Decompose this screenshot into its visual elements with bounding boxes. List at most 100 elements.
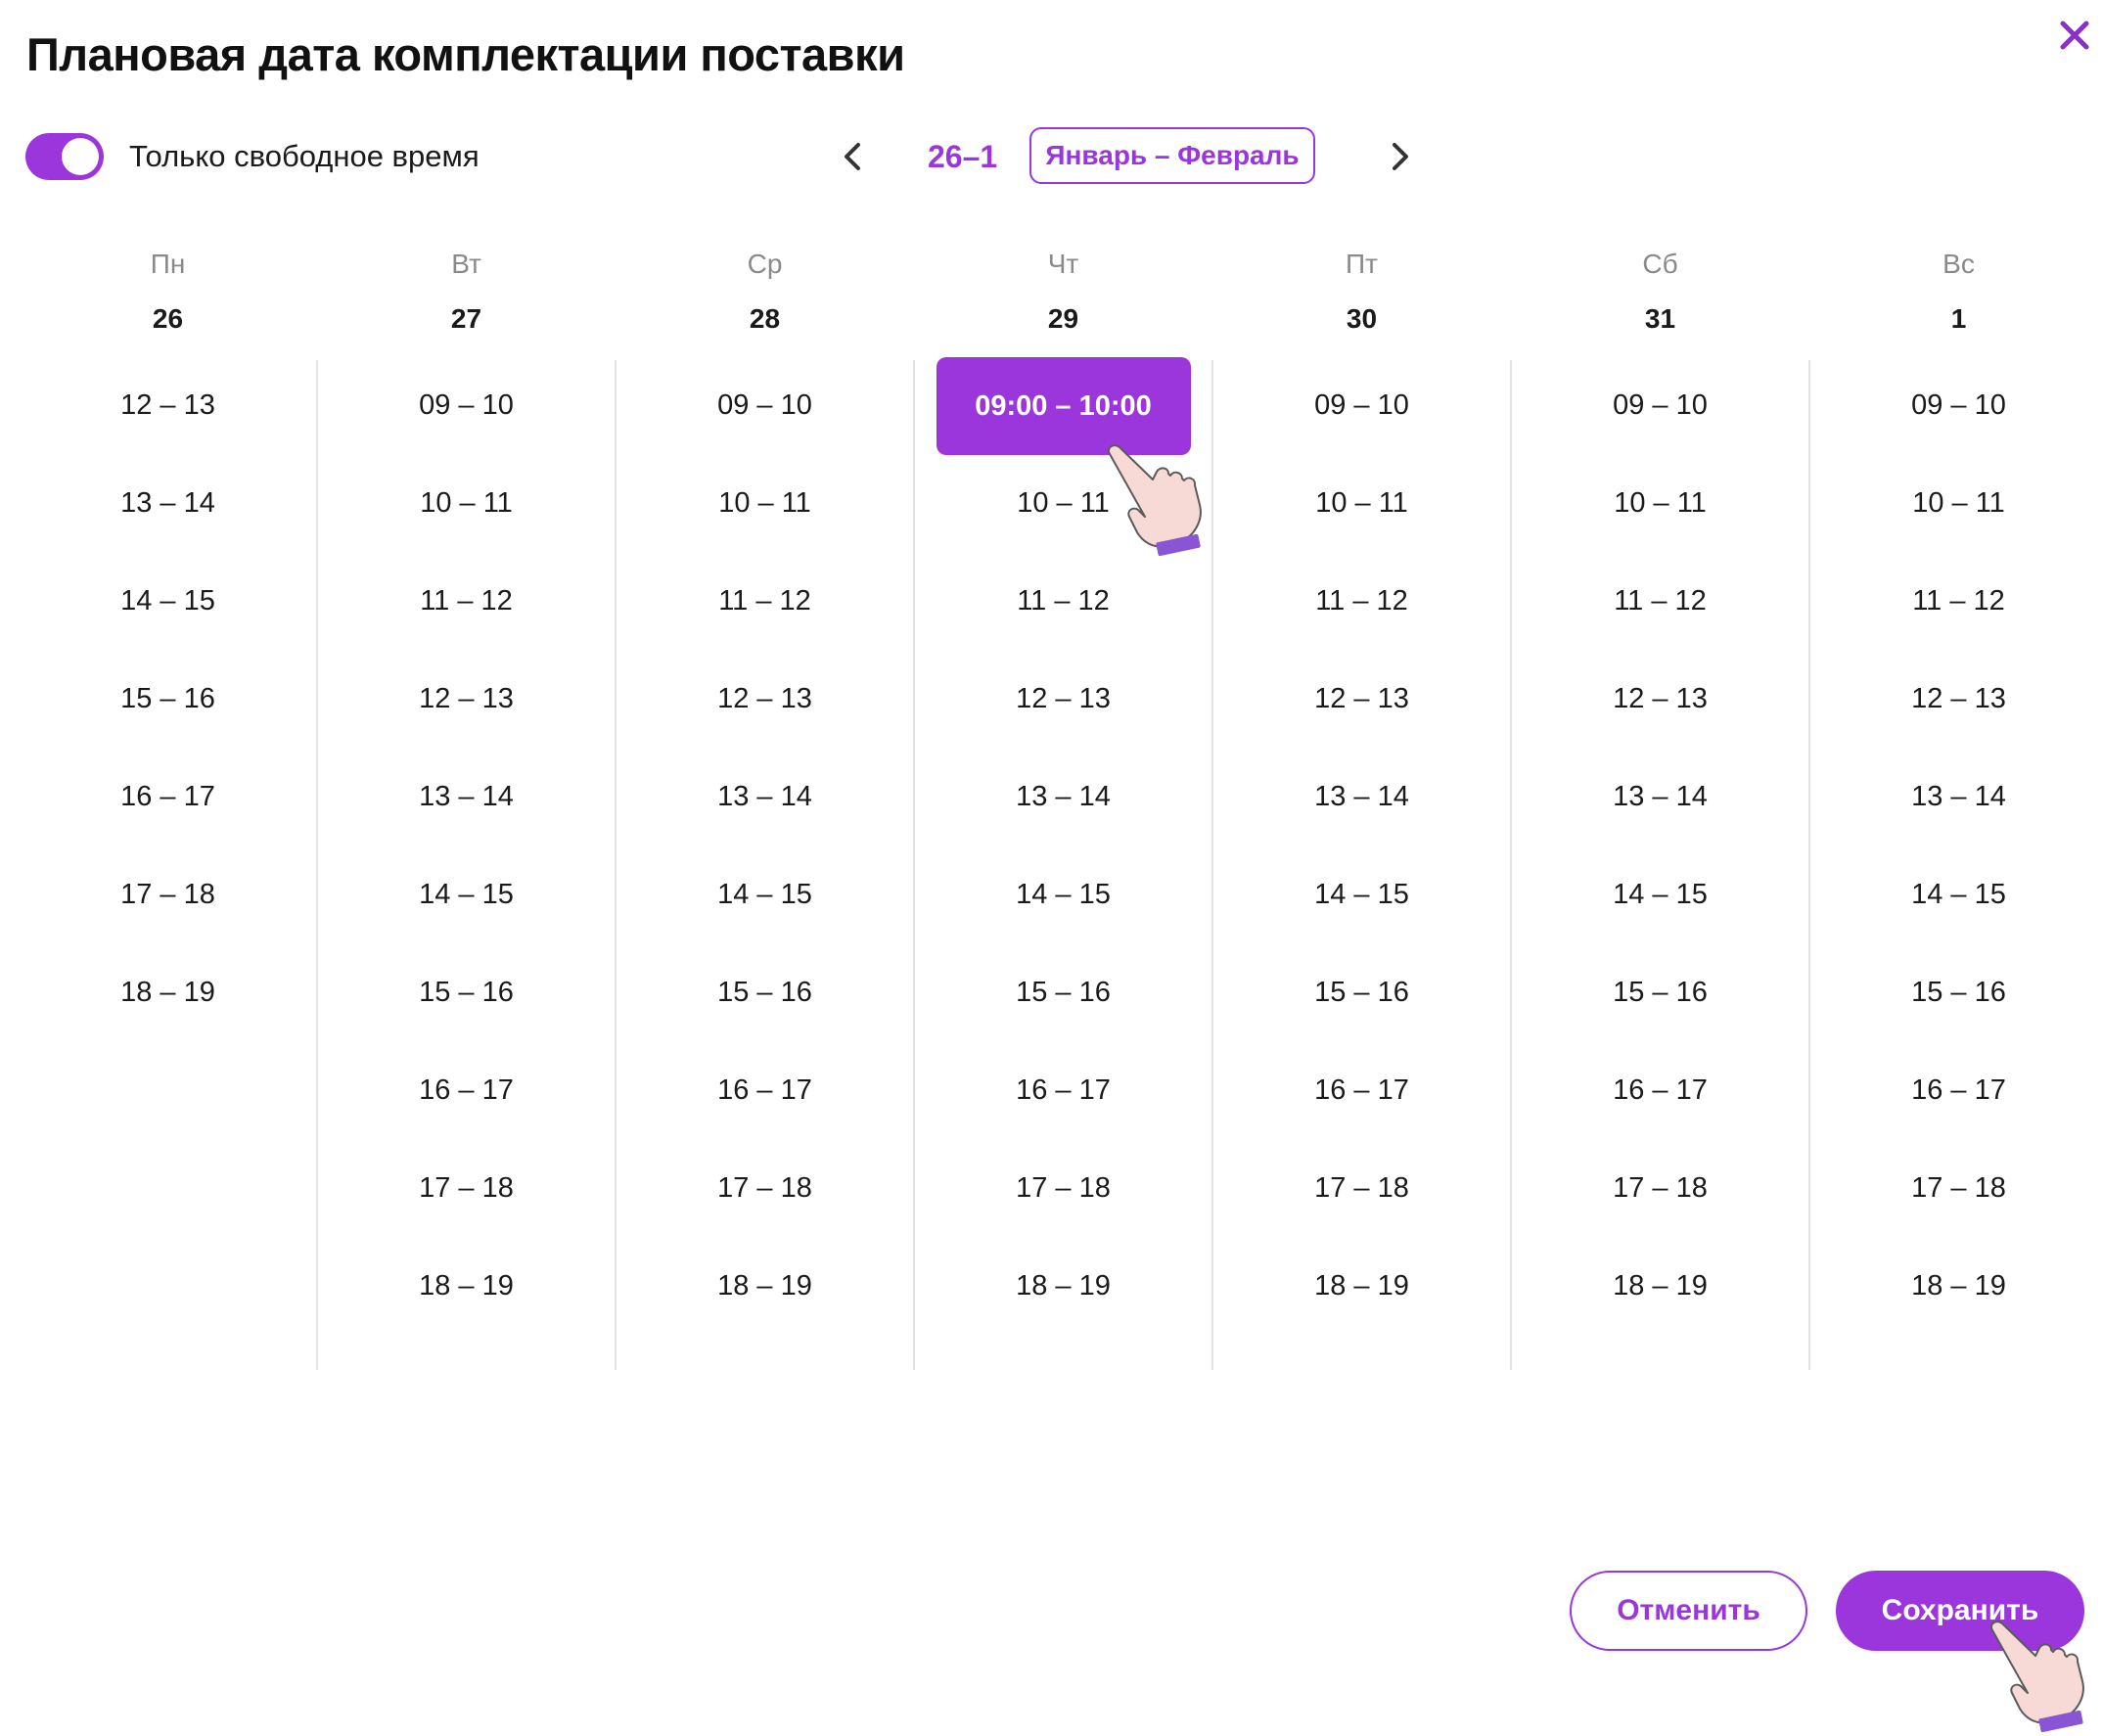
time-slot[interactable]: 12 – 13 [717, 683, 812, 715]
time-slot[interactable]: 13 – 14 [1911, 781, 2006, 813]
time-slot[interactable]: 17 – 18 [1314, 1172, 1409, 1205]
column-divider [1510, 360, 1512, 1370]
time-slot[interactable]: 09 – 10 [1911, 389, 2006, 422]
next-week-button[interactable] [1380, 137, 1419, 176]
time-slot[interactable]: 16 – 17 [1314, 1074, 1409, 1107]
time-slot[interactable]: 17 – 18 [1911, 1172, 2006, 1205]
time-slot[interactable]: 13 – 14 [1613, 781, 1708, 813]
close-icon [2060, 21, 2089, 50]
time-slot-list: 09 – 10 10 – 11 11 – 12 12 – 13 13 – 14 14 – … [616, 360, 914, 1370]
cancel-button[interactable]: Отменить [1570, 1571, 1807, 1651]
time-slot[interactable]: 12 – 13 [419, 683, 514, 715]
time-slot[interactable]: 13 – 14 [1314, 781, 1409, 813]
day-name: Ср [747, 249, 783, 279]
time-slot[interactable]: 14 – 15 [120, 585, 215, 617]
time-slot[interactable]: 10 – 11 [420, 487, 513, 520]
time-slot-list: 09 – 10 10 – 11 11 – 12 12 – 13 13 – 14 14 – … [1511, 360, 1809, 1370]
time-slot[interactable]: 09 – 10 [419, 389, 514, 422]
time-slot[interactable]: 11 – 12 [1912, 585, 2005, 617]
time-slot[interactable]: 18 – 19 [1016, 1270, 1111, 1302]
time-slot[interactable]: 09 – 10 [1314, 389, 1409, 422]
time-slot[interactable]: 16 – 17 [717, 1074, 812, 1107]
time-slot[interactable]: 10 – 11 [1017, 487, 1110, 520]
week-range: 26–1 [928, 139, 998, 174]
chevron-left-icon [845, 143, 860, 170]
day-number: 31 [1644, 303, 1676, 334]
time-slot[interactable]: 12 – 13 [1314, 683, 1409, 715]
time-slot[interactable]: 14 – 15 [1613, 879, 1708, 911]
column-divider [615, 360, 617, 1370]
column-divider [1808, 360, 1810, 1370]
time-slot[interactable]: 18 – 19 [1314, 1270, 1409, 1302]
time-slot[interactable]: 10 – 11 [1912, 487, 2005, 520]
time-slot[interactable]: 15 – 16 [1911, 977, 2006, 1009]
time-slot[interactable]: 14 – 15 [419, 879, 514, 911]
day-name: Пн [150, 249, 186, 279]
time-slot[interactable]: 12 – 13 [1911, 683, 2006, 715]
time-slot[interactable]: 16 – 17 [419, 1074, 514, 1107]
time-slot[interactable]: 11 – 12 [420, 585, 513, 617]
free-time-toggle-label: Только свободное время [129, 139, 480, 173]
time-slot[interactable]: 10 – 11 [1614, 487, 1707, 520]
time-slot[interactable]: 10 – 11 [718, 487, 811, 520]
time-slot[interactable]: 09 – 10 [717, 389, 812, 422]
time-slot[interactable]: 17 – 18 [419, 1172, 514, 1205]
time-slot[interactable]: 17 – 18 [1613, 1172, 1708, 1205]
time-slot[interactable]: 14 – 15 [1314, 879, 1409, 911]
time-slot-selected[interactable]: 09:00 – 10:00 [936, 357, 1191, 455]
time-slot[interactable]: 13 – 14 [1016, 781, 1111, 813]
time-slot[interactable]: 17 – 18 [1016, 1172, 1111, 1205]
day-name: Вс [1942, 249, 1975, 279]
time-slot[interactable]: 09 – 10 [1613, 389, 1708, 422]
dialog-title: Плановая дата комплектации поставки [26, 28, 905, 80]
time-slot[interactable]: 14 – 15 [1911, 879, 2006, 911]
column-divider [913, 360, 915, 1370]
time-slot[interactable]: 13 – 14 [419, 781, 514, 813]
time-slot[interactable]: 11 – 12 [1017, 585, 1110, 617]
time-slot[interactable]: 10 – 11 [1315, 487, 1408, 520]
day-number: 26 [152, 303, 184, 334]
toggle-knob [62, 138, 99, 175]
prev-week-button[interactable] [834, 137, 873, 176]
time-slot[interactable]: 17 – 18 [717, 1172, 812, 1205]
time-slot[interactable]: 18 – 19 [1613, 1270, 1708, 1302]
day-number: 1 [1950, 303, 1967, 334]
time-slot[interactable]: 16 – 17 [120, 781, 215, 813]
time-slot[interactable]: 18 – 19 [120, 977, 215, 1009]
time-slot[interactable]: 16 – 17 [1911, 1074, 2006, 1107]
day-name: Сб [1642, 249, 1678, 279]
time-slot-list: 09 – 10 10 – 11 11 – 12 12 – 13 13 – 14 14 – … [317, 360, 616, 1370]
time-slot[interactable]: 13 – 14 [717, 781, 812, 813]
time-slot[interactable]: 14 – 15 [1016, 879, 1111, 911]
time-slot[interactable]: 18 – 19 [419, 1270, 514, 1302]
free-time-toggle[interactable] [25, 133, 104, 180]
close-button[interactable] [2055, 16, 2094, 55]
time-slot-list: 09 – 10 10 – 11 11 – 12 12 – 13 13 – 14 14 – … [1809, 360, 2102, 1370]
time-slot[interactable]: 15 – 16 [1016, 977, 1111, 1009]
time-slot[interactable]: 17 – 18 [120, 879, 215, 911]
date-picker-dialog: Плановая дата комплектации поставки Толь… [0, 0, 2102, 1736]
day-name: Вт [451, 249, 481, 279]
time-slot[interactable]: 15 – 16 [419, 977, 514, 1009]
time-slot[interactable]: 18 – 19 [717, 1270, 812, 1302]
time-slot[interactable]: 15 – 16 [1613, 977, 1708, 1009]
day-name: Чт [1047, 249, 1079, 279]
month-chip[interactable]: Январь – Февраль [1029, 127, 1315, 184]
time-slot[interactable]: 16 – 17 [1613, 1074, 1708, 1107]
time-slot[interactable]: 15 – 16 [717, 977, 812, 1009]
save-button[interactable]: Сохранить [1836, 1571, 2084, 1651]
time-slot[interactable]: 13 – 14 [120, 487, 215, 520]
time-slot[interactable]: 18 – 19 [1911, 1270, 2006, 1302]
time-slot[interactable]: 15 – 16 [120, 683, 215, 715]
column-divider [316, 360, 318, 1370]
time-slot[interactable]: 12 – 13 [1613, 683, 1708, 715]
time-slot[interactable]: 15 – 16 [1314, 977, 1409, 1009]
time-slot[interactable]: 12 – 13 [120, 389, 215, 422]
chevron-right-icon [1393, 143, 1408, 170]
time-slot[interactable]: 14 – 15 [717, 879, 812, 911]
time-slot[interactable]: 16 – 17 [1016, 1074, 1111, 1107]
time-slot[interactable]: 11 – 12 [1315, 585, 1408, 617]
time-slot[interactable]: 11 – 12 [1614, 585, 1707, 617]
time-slot[interactable]: 11 – 12 [718, 585, 811, 617]
time-slot[interactable]: 12 – 13 [1016, 683, 1111, 715]
